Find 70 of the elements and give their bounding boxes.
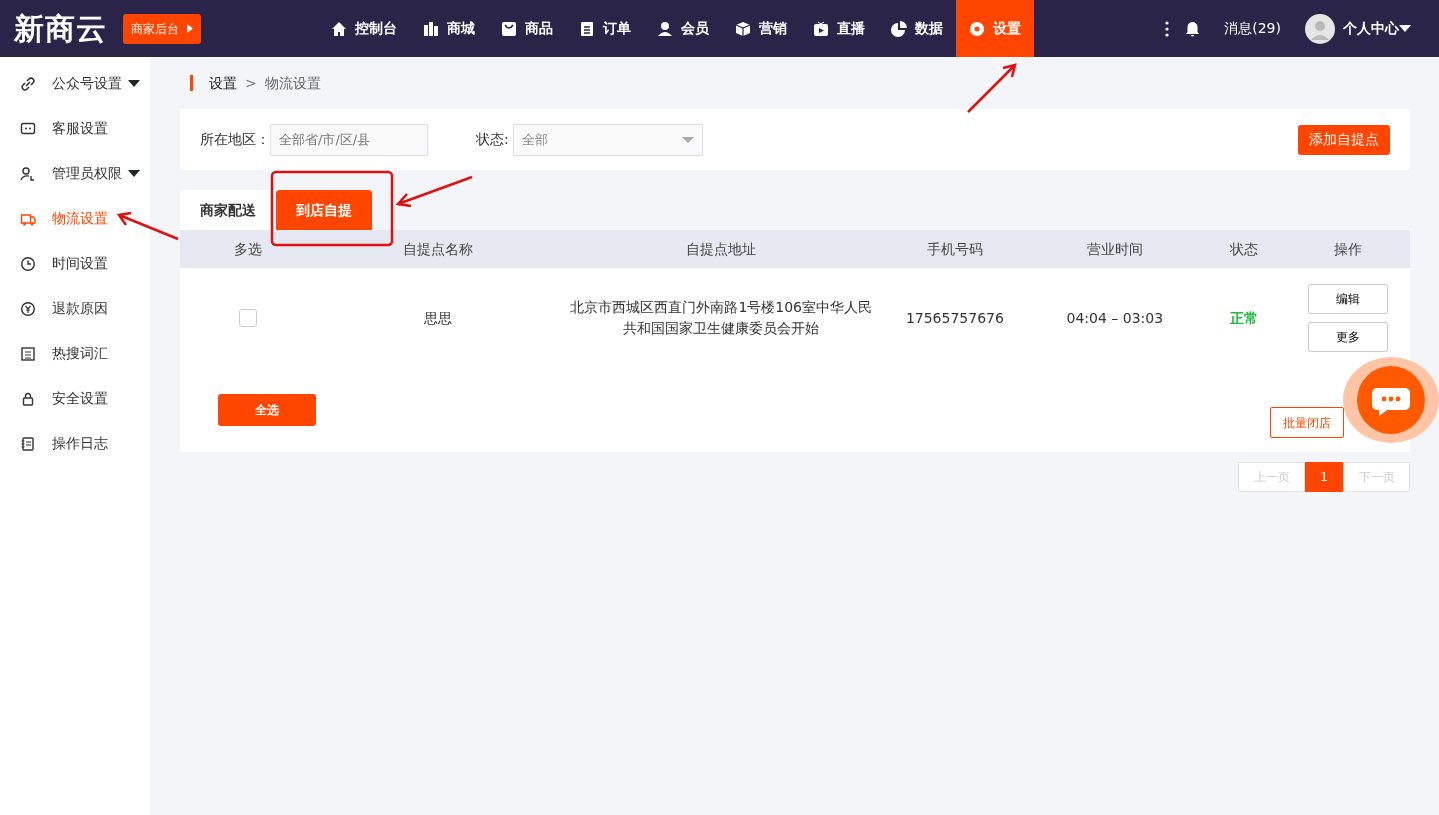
region-field[interactable]: 全部省/市/区/县 bbox=[270, 123, 428, 156]
pie-chart-icon bbox=[891, 20, 907, 37]
settings-icon bbox=[969, 20, 985, 37]
row-checkbox[interactable] bbox=[238, 309, 257, 327]
notebook-icon bbox=[20, 435, 36, 452]
nav-tab[interactable]: 商品 bbox=[488, 0, 566, 57]
chat-bubble-icon bbox=[1357, 366, 1425, 434]
action-button[interactable]: 编辑 bbox=[1308, 284, 1389, 314]
annotation-arrow bbox=[965, 60, 1020, 115]
nav-tab[interactable]: 商城 bbox=[410, 0, 488, 57]
caret-icon bbox=[187, 24, 193, 33]
more-icon[interactable] bbox=[1165, 20, 1170, 37]
column-header: 自提点地址 bbox=[686, 240, 757, 257]
chat-icon bbox=[20, 120, 36, 137]
sidebar-item[interactable]: 时间设置 bbox=[0, 241, 150, 286]
sidebar-item[interactable]: 公众号设置 bbox=[0, 61, 150, 106]
column-header: 营业时间 bbox=[1086, 240, 1143, 257]
nav-tab[interactable]: 订单 bbox=[566, 0, 644, 57]
nav-tab[interactable]: 直播 bbox=[800, 0, 878, 57]
status-text: 正常 bbox=[1229, 309, 1258, 326]
document-icon bbox=[20, 345, 36, 362]
yen-coin-icon bbox=[20, 300, 36, 317]
caret-icon bbox=[1399, 25, 1411, 32]
tv-icon bbox=[813, 20, 829, 37]
status-select[interactable]: 全部 bbox=[512, 123, 703, 156]
cube-icon bbox=[735, 20, 751, 37]
sidebar-item[interactable]: 客服设置 bbox=[0, 106, 150, 151]
link-icon bbox=[20, 75, 36, 92]
account-menu[interactable]: 个人中心 bbox=[1343, 18, 1411, 39]
sidebar-item[interactable]: 管理员权限 bbox=[0, 151, 150, 196]
bulk-close-button[interactable]: 批量闭店 bbox=[1270, 407, 1344, 438]
breadcrumb-item: 物流设置 bbox=[264, 73, 321, 93]
lock-icon bbox=[20, 390, 36, 407]
sidebar-item[interactable]: 退款原因 bbox=[0, 286, 150, 331]
breadcrumb-item[interactable]: 设置 bbox=[209, 72, 237, 94]
nav-tab[interactable]: 数据 bbox=[878, 0, 956, 57]
column-header: 多选 bbox=[233, 240, 262, 257]
avatar-icon[interactable] bbox=[1305, 13, 1335, 44]
region-label: 所在地区： bbox=[200, 130, 270, 149]
user-icon bbox=[657, 20, 673, 37]
table-cell: 04:04 – 03:03 bbox=[1066, 309, 1164, 326]
tab[interactable]: 商家配送 bbox=[180, 190, 276, 230]
clipboard-icon bbox=[579, 20, 595, 37]
nav-tab[interactable]: 营销 bbox=[722, 0, 800, 57]
action-button[interactable]: 更多 bbox=[1308, 322, 1389, 352]
column-header: 状态 bbox=[1229, 240, 1258, 257]
column-header: 手机号码 bbox=[926, 240, 983, 257]
column-header: 操作 bbox=[1334, 240, 1363, 257]
bag-icon bbox=[501, 20, 517, 37]
bell-icon[interactable] bbox=[1185, 20, 1201, 37]
status-label: 状态: bbox=[476, 130, 509, 149]
annotation-arrow bbox=[116, 210, 180, 242]
nav-tab[interactable]: 控制台 bbox=[318, 0, 410, 57]
breadcrumb-separator: > bbox=[245, 73, 257, 93]
clock-icon bbox=[20, 255, 36, 272]
column-header: 自提点名称 bbox=[403, 240, 474, 257]
sidebar-item[interactable]: 热搜词汇 bbox=[0, 331, 150, 376]
table-cell-text: 北京市西城区西直门外南路1号楼106室中华人民共和国国家卫生健康委员会开始 bbox=[569, 298, 873, 338]
nav-tab[interactable]: 会员 bbox=[644, 0, 722, 57]
dropdown-caret-icon bbox=[681, 136, 694, 143]
logo: 新商云 bbox=[14, 10, 107, 48]
sidebar-item[interactable]: 物流设置 bbox=[0, 196, 150, 241]
table-cell: 17565757676 bbox=[905, 309, 1004, 326]
sidebar-item[interactable]: 操作日志 bbox=[0, 421, 150, 466]
table-cell: 思思 bbox=[424, 309, 453, 326]
sidebar-item[interactable]: 安全设置 bbox=[0, 376, 150, 421]
user-icon bbox=[20, 165, 36, 182]
building-icon bbox=[423, 20, 439, 37]
home-icon bbox=[331, 20, 347, 37]
messages-link[interactable]: 消息(29) bbox=[1224, 18, 1281, 39]
